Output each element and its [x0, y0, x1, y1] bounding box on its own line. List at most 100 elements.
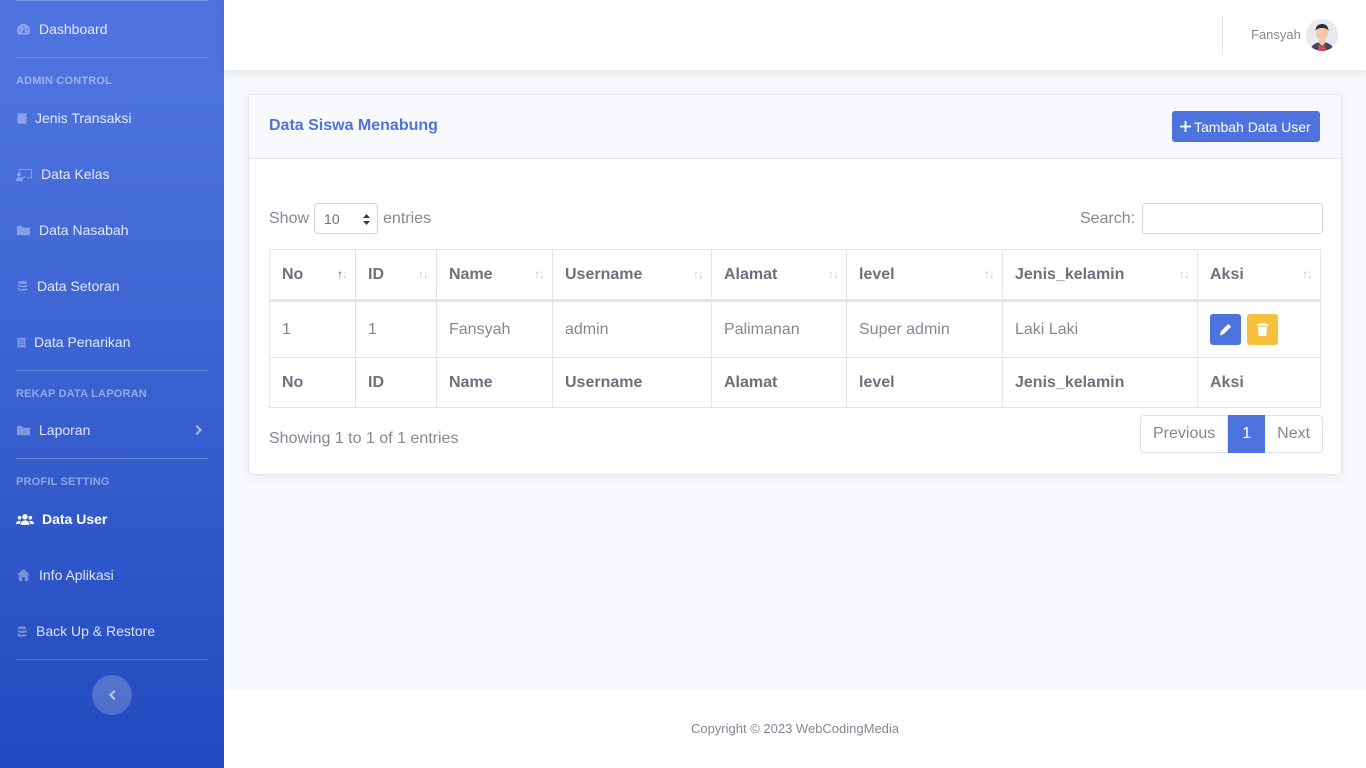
column-header-no[interactable]: No ↑↓	[269, 249, 356, 302]
sidebar-item-info-aplikasi[interactable]: Info Aplikasi	[16, 567, 208, 583]
copyright-text: Copyright © 2023 WebCodingMedia	[690, 721, 900, 736]
user-avatar-icon	[1306, 19, 1338, 51]
sidebar-toggle-button[interactable]	[92, 675, 132, 715]
entries-select[interactable]: 10	[314, 203, 379, 234]
pencil-icon	[1219, 323, 1232, 336]
coins-icon	[17, 280, 28, 291]
add-user-button-label: Tambah Data User	[1194, 118, 1311, 135]
column-header-jenis-kelamin[interactable]: Jenis_kelamin ↑↓	[1002, 249, 1198, 302]
data-table: No ↑↓ ID ↑↓ Name ↑↓ Username ↑↓ Alamat ↑↓ lev…	[269, 249, 1321, 408]
sidebar: Dashboard ADMIN CONTROL Jenis Transaksi …	[0, 0, 224, 768]
sort-icon: ↑↓	[984, 267, 995, 281]
card-title: Data Siswa Menabung	[269, 117, 438, 134]
footer-cell-alamat: Alamat	[711, 357, 847, 408]
cell-name: Fansyah	[436, 300, 553, 358]
sidebar-item-data-setoran[interactable]: Data Setoran	[16, 278, 208, 294]
plus-icon	[1180, 121, 1191, 132]
sidebar-item-label: Data User	[42, 511, 108, 527]
sidebar-item-label: Jenis Transaksi	[35, 110, 132, 126]
sort-icon: ↑↓	[1179, 267, 1190, 281]
table-footer-row: No ID Name Username Alamat level Jenis_k…	[269, 357, 1321, 408]
column-header-aksi[interactable]: Aksi ↑↓	[1197, 249, 1321, 302]
sidebar-top-divider	[16, 0, 208, 1]
topbar-username[interactable]: Fansyah	[1251, 27, 1301, 42]
delete-button[interactable]	[1247, 314, 1279, 345]
sidebar-item-dashboard[interactable]: Dashboard	[16, 21, 208, 37]
sort-icon: ↑↓	[1302, 267, 1313, 281]
sort-icon: ↑↓	[828, 267, 839, 281]
trash-icon	[1257, 323, 1269, 336]
sidebar-heading-admin: ADMIN CONTROL	[16, 75, 113, 87]
sort-icon: ↑↓	[534, 267, 545, 281]
cell-id: 1	[355, 300, 437, 358]
previous-page-button[interactable]: Previous	[1140, 415, 1229, 453]
sidebar-heading-rekap: REKAP DATA LAPORAN	[16, 388, 147, 400]
sidebar-item-data-penarikan[interactable]: Data Penarikan	[16, 334, 208, 350]
sidebar-item-data-nasabah[interactable]: Data Nasabah	[16, 222, 208, 238]
entries-control: Show 10 entries	[269, 203, 431, 234]
table-row: 1 1 Fansyah admin Palimanan Super admin …	[269, 300, 1321, 358]
column-header-level[interactable]: level ↑↓	[846, 249, 1003, 302]
users-icon	[16, 513, 34, 525]
pagination: Previous 1 Next	[1140, 415, 1324, 453]
footer-cell-no: No	[269, 357, 356, 408]
footer-cell-level: level	[846, 357, 1003, 408]
edit-button[interactable]	[1210, 314, 1241, 345]
topbar: Fansyah	[224, 0, 1366, 70]
sidebar-divider	[16, 659, 208, 660]
sidebar-item-label: Data Penarikan	[34, 334, 131, 350]
entries-label: entries	[383, 209, 432, 227]
sidebar-divider	[16, 57, 208, 58]
table-header-row: No ↑↓ ID ↑↓ Name ↑↓ Username ↑↓ Alamat ↑↓ lev…	[269, 249, 1321, 302]
sidebar-item-label: Laporan	[39, 422, 91, 438]
sidebar-item-data-user[interactable]: Data User	[16, 511, 208, 527]
search-control: Search:	[1080, 203, 1324, 234]
file-icon	[17, 337, 26, 347]
dashboard-icon	[16, 23, 31, 35]
database-icon	[17, 625, 27, 637]
folder-icon	[16, 225, 31, 235]
chevron-left-icon	[109, 690, 116, 700]
show-label: Show	[269, 209, 310, 227]
search-label: Search:	[1080, 209, 1136, 227]
footer: Copyright © 2023 WebCodingMedia	[224, 690, 1366, 768]
cell-no: 1	[269, 300, 356, 358]
next-page-button[interactable]: Next	[1265, 415, 1324, 453]
column-header-username[interactable]: Username ↑↓	[552, 249, 712, 302]
page-1-button[interactable]: 1	[1228, 415, 1266, 453]
cell-jenis-kelamin: Laki Laki	[1002, 300, 1198, 358]
sidebar-item-label: Data Nasabah	[39, 222, 129, 238]
footer-cell-aksi: Aksi	[1197, 357, 1321, 408]
cell-level: Super admin	[846, 300, 1003, 358]
sort-icon: ↑↓	[693, 267, 704, 281]
sidebar-divider	[16, 370, 208, 371]
add-user-button[interactable]: Tambah Data User	[1172, 111, 1320, 142]
cell-alamat: Palimanan	[711, 300, 847, 358]
sidebar-item-laporan[interactable]: Laporan	[16, 422, 208, 438]
sidebar-item-jenis-transaksi[interactable]: Jenis Transaksi	[16, 110, 208, 126]
card-header: Data Siswa Menabung Tambah Data User	[249, 95, 1341, 159]
sidebar-divider	[16, 458, 208, 459]
sidebar-item-backup[interactable]: Back Up & Restore	[16, 623, 208, 639]
sidebar-item-label: Back Up & Restore	[36, 623, 156, 639]
column-header-alamat[interactable]: Alamat ↑↓	[711, 249, 847, 302]
footer-cell-username: Username	[552, 357, 712, 408]
sidebar-item-label: Dashboard	[39, 21, 108, 37]
column-header-name[interactable]: Name ↑↓	[436, 249, 553, 302]
column-header-id[interactable]: ID ↑↓	[355, 249, 437, 302]
topbar-divider	[1222, 16, 1223, 55]
book-icon	[17, 112, 27, 124]
footer-cell-id: ID	[355, 357, 437, 408]
search-input[interactable]	[1142, 203, 1324, 234]
cell-username: admin	[552, 300, 712, 358]
sort-icon: ↑↓	[418, 267, 429, 281]
entries-select-value: 10	[324, 210, 340, 227]
chalkboard-icon	[16, 168, 32, 181]
sidebar-item-label: Data Kelas	[41, 166, 110, 182]
avatar[interactable]	[1306, 19, 1338, 51]
data-user-card: Data Siswa Menabung Tambah Data User Sho…	[248, 94, 1342, 475]
table-info: Showing 1 to 1 of 1 entries	[269, 430, 459, 447]
footer-cell-name: Name	[436, 357, 553, 408]
sidebar-item-data-kelas[interactable]: Data Kelas	[16, 166, 208, 182]
select-arrows-icon	[363, 214, 371, 225]
